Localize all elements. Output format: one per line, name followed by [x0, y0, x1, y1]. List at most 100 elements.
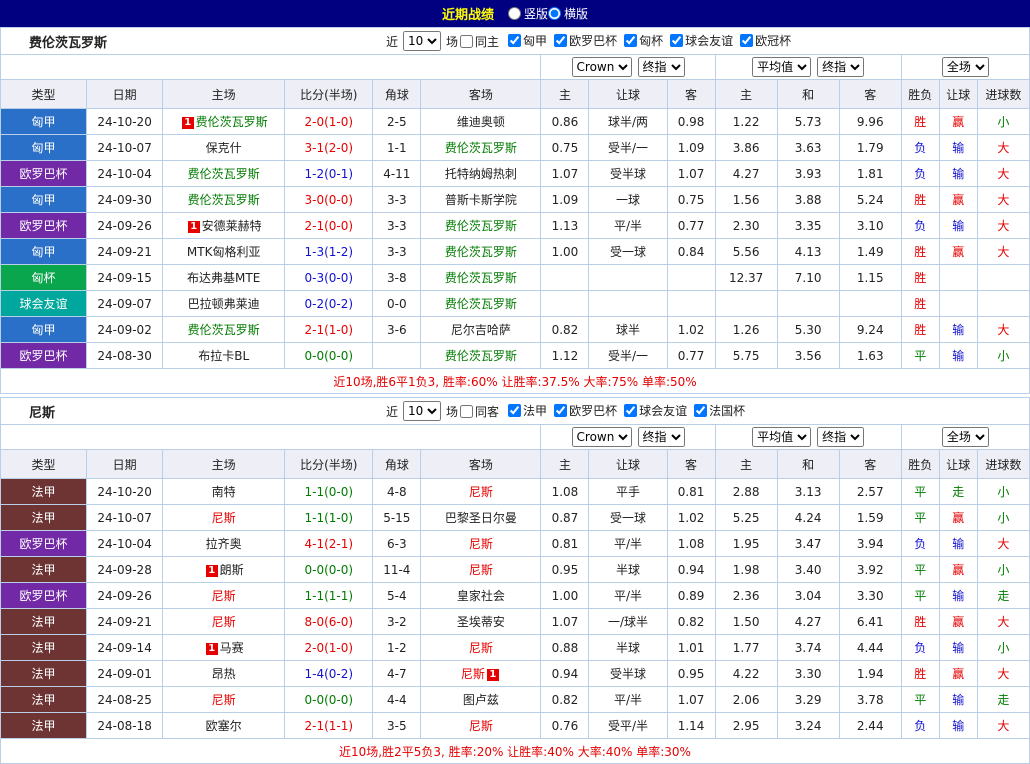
same-venue-checkbox[interactable] [460, 404, 474, 418]
result-handicap-cell: 赢 [938, 556, 978, 583]
result-wdl-cell: 胜 [900, 608, 940, 635]
corners-cell: 3-3 [372, 238, 422, 265]
league-filter[interactable]: 法国杯 [694, 402, 745, 419]
ah-away-odds-cell: 1.14 [666, 712, 716, 739]
layout-radio[interactable] [507, 6, 521, 20]
result-wdl-cell: 负 [900, 634, 940, 661]
home-team-cell: 保克什 [162, 134, 286, 161]
league-filter-label: 法甲 [523, 404, 548, 418]
league-filter-checkbox[interactable] [624, 34, 638, 47]
result-wdl-cell: 平 [900, 556, 940, 583]
home-team-name: 费伦茨瓦罗斯 [187, 167, 260, 181]
match-row: 法甲 24-09-28 1 朗斯 0-0(0-0) 11-4 尼斯 0.95 半球 0.94 1.9… [0, 556, 1030, 583]
ah-away-odds-cell: 0.82 [666, 608, 716, 635]
date-cell: 24-09-28 [86, 556, 164, 583]
euro-away-odds-cell: 2.44 [838, 712, 902, 739]
home-team-cell: 布达弗基MTE [162, 264, 286, 291]
ah-home-odds-cell: 1.12 [540, 342, 590, 369]
result-goals-cell: 走 [976, 582, 1030, 609]
ah-odds-source-select[interactable]: Crown [571, 57, 632, 77]
league-filter-checkbox[interactable] [554, 34, 568, 47]
match-count-select[interactable]: 10 [403, 401, 442, 421]
result-goals-cell: 小 [976, 556, 1030, 583]
ah-away-odds-cell: 0.95 [666, 660, 716, 687]
ah-line-cell: 平/半 [588, 212, 668, 239]
euro-home-odds-cell: 2.06 [714, 686, 778, 713]
column-header: 让球 [588, 449, 668, 479]
match-rows: 匈甲 24-10-20 1 费伦茨瓦罗斯 2-0(1-0) 2-5 维迪奥顿 0.86 球半/两… [0, 108, 1030, 369]
away-team-name: 费伦茨瓦罗斯 [444, 141, 517, 155]
league-filter[interactable]: 匈杯 [624, 32, 663, 49]
same-venue-checkbox[interactable] [460, 34, 474, 48]
result-handicap-cell: 赢 [938, 608, 978, 635]
euro-home-odds-cell: 4.22 [714, 660, 778, 687]
league-cell: 法甲 [0, 634, 88, 661]
away-team-name: 尼斯 [468, 641, 493, 655]
away-team-cell: 图卢兹 [420, 686, 542, 713]
corners-cell: 3-5 [372, 712, 422, 739]
euro-odds-kind-select[interactable]: 终指 [817, 427, 865, 447]
league-filter[interactable]: 球会友谊 [670, 32, 733, 49]
ah-away-odds-cell [666, 264, 716, 291]
date-cell: 24-08-25 [86, 686, 164, 713]
corners-cell: 1-2 [372, 634, 422, 661]
layout-option-horizontal[interactable]: 横版 [548, 5, 588, 22]
result-wdl-cell: 平 [900, 504, 940, 531]
scope-select[interactable]: 全场 [941, 57, 989, 77]
euro-home-odds-cell: 3.86 [714, 134, 778, 161]
match-count-select[interactable]: 10 [403, 31, 442, 51]
ah-line-cell: 平手 [588, 478, 668, 505]
league-cell: 匈甲 [0, 316, 88, 343]
result-wdl-cell: 胜 [900, 660, 940, 687]
match-row: 法甲 24-08-18 欧塞尔 2-1(1-1) 3-5 尼斯 0.76 受平/半 1.14 2.… [0, 712, 1030, 739]
score-cell: 0-3(0-0) [284, 264, 374, 291]
ah-odds-source-select[interactable]: Crown [571, 427, 632, 447]
away-team-name: 费伦茨瓦罗斯 [444, 245, 517, 259]
layout-option-vertical[interactable]: 竖版 [507, 5, 548, 22]
euro-draw-odds-cell: 3.40 [776, 556, 840, 583]
league-filter-checkbox[interactable] [508, 34, 522, 47]
result-goals-cell [976, 264, 1030, 291]
league-filter[interactable]: 匈甲 [508, 32, 547, 49]
league-filter-checkbox[interactable] [670, 34, 684, 47]
away-team-cell: 皇家社会 [420, 582, 542, 609]
same-venue-filter[interactable]: 同客 [460, 403, 499, 420]
match-row: 法甲 24-10-07 尼斯 1-1(1-0) 5-15 巴黎圣日尔曼 0.87 受一球 1.0… [0, 504, 1030, 531]
date-cell: 24-09-26 [86, 212, 164, 239]
ah-odds-kind-select[interactable]: 终指 [637, 57, 685, 77]
summary-row: 近10场,胜2平5负3, 胜率:20% 让胜率:40% 大率:40% 单率:30… [0, 738, 1030, 764]
euro-odds-source-select[interactable]: 平均值 [752, 57, 812, 77]
league-filter-checkbox[interactable] [694, 404, 708, 417]
euro-away-odds-cell: 3.78 [838, 686, 902, 713]
away-team-cell: 尼斯 [420, 530, 542, 557]
column-header: 客场 [420, 79, 542, 109]
same-venue-filter[interactable]: 同主 [460, 33, 499, 50]
euro-draw-odds-cell: 5.30 [776, 316, 840, 343]
league-filter-checkbox[interactable] [740, 34, 754, 47]
league-cell: 匈甲 [0, 108, 88, 135]
corners-cell: 5-15 [372, 504, 422, 531]
score-cell: 1-1(0-0) [284, 478, 374, 505]
match-row: 欧罗巴杯 24-08-30 布拉卡BL 0-0(0-0) 费伦茨瓦罗斯 1.12 受半/一 0… [0, 342, 1030, 369]
ah-line-cell: 一球 [588, 186, 668, 213]
column-header-row: 类型 日期 主场 比分(半场) 角球 客场主让球客主和客胜负 让球 进球数 [0, 449, 1030, 479]
scope-select[interactable]: 全场 [941, 427, 989, 447]
league-filter[interactable]: 球会友谊 [624, 402, 687, 419]
column-header: 客 [838, 449, 902, 479]
score-cell: 1-2(0-1) [284, 160, 374, 187]
euro-odds-source-select[interactable]: 平均值 [752, 427, 812, 447]
euro-odds-kind-select[interactable]: 终指 [817, 57, 865, 77]
score-cell: 8-0(6-0) [284, 608, 374, 635]
ah-odds-kind-select[interactable]: 终指 [637, 427, 685, 447]
league-filter[interactable]: 欧冠杯 [740, 32, 791, 49]
league-filter-checkbox[interactable] [508, 404, 522, 417]
league-filter[interactable]: 欧罗巴杯 [554, 32, 617, 49]
away-team-cell: 费伦茨瓦罗斯 [420, 290, 542, 317]
away-team-cell: 费伦茨瓦罗斯 [420, 212, 542, 239]
league-filter[interactable]: 法甲 [508, 402, 547, 419]
league-filter-checkbox[interactable] [554, 404, 568, 417]
league-filter-checkbox[interactable] [624, 404, 638, 417]
league-filter[interactable]: 欧罗巴杯 [554, 402, 617, 419]
layout-radio[interactable] [548, 6, 561, 20]
ah-line-cell: 受平/半 [588, 712, 668, 739]
